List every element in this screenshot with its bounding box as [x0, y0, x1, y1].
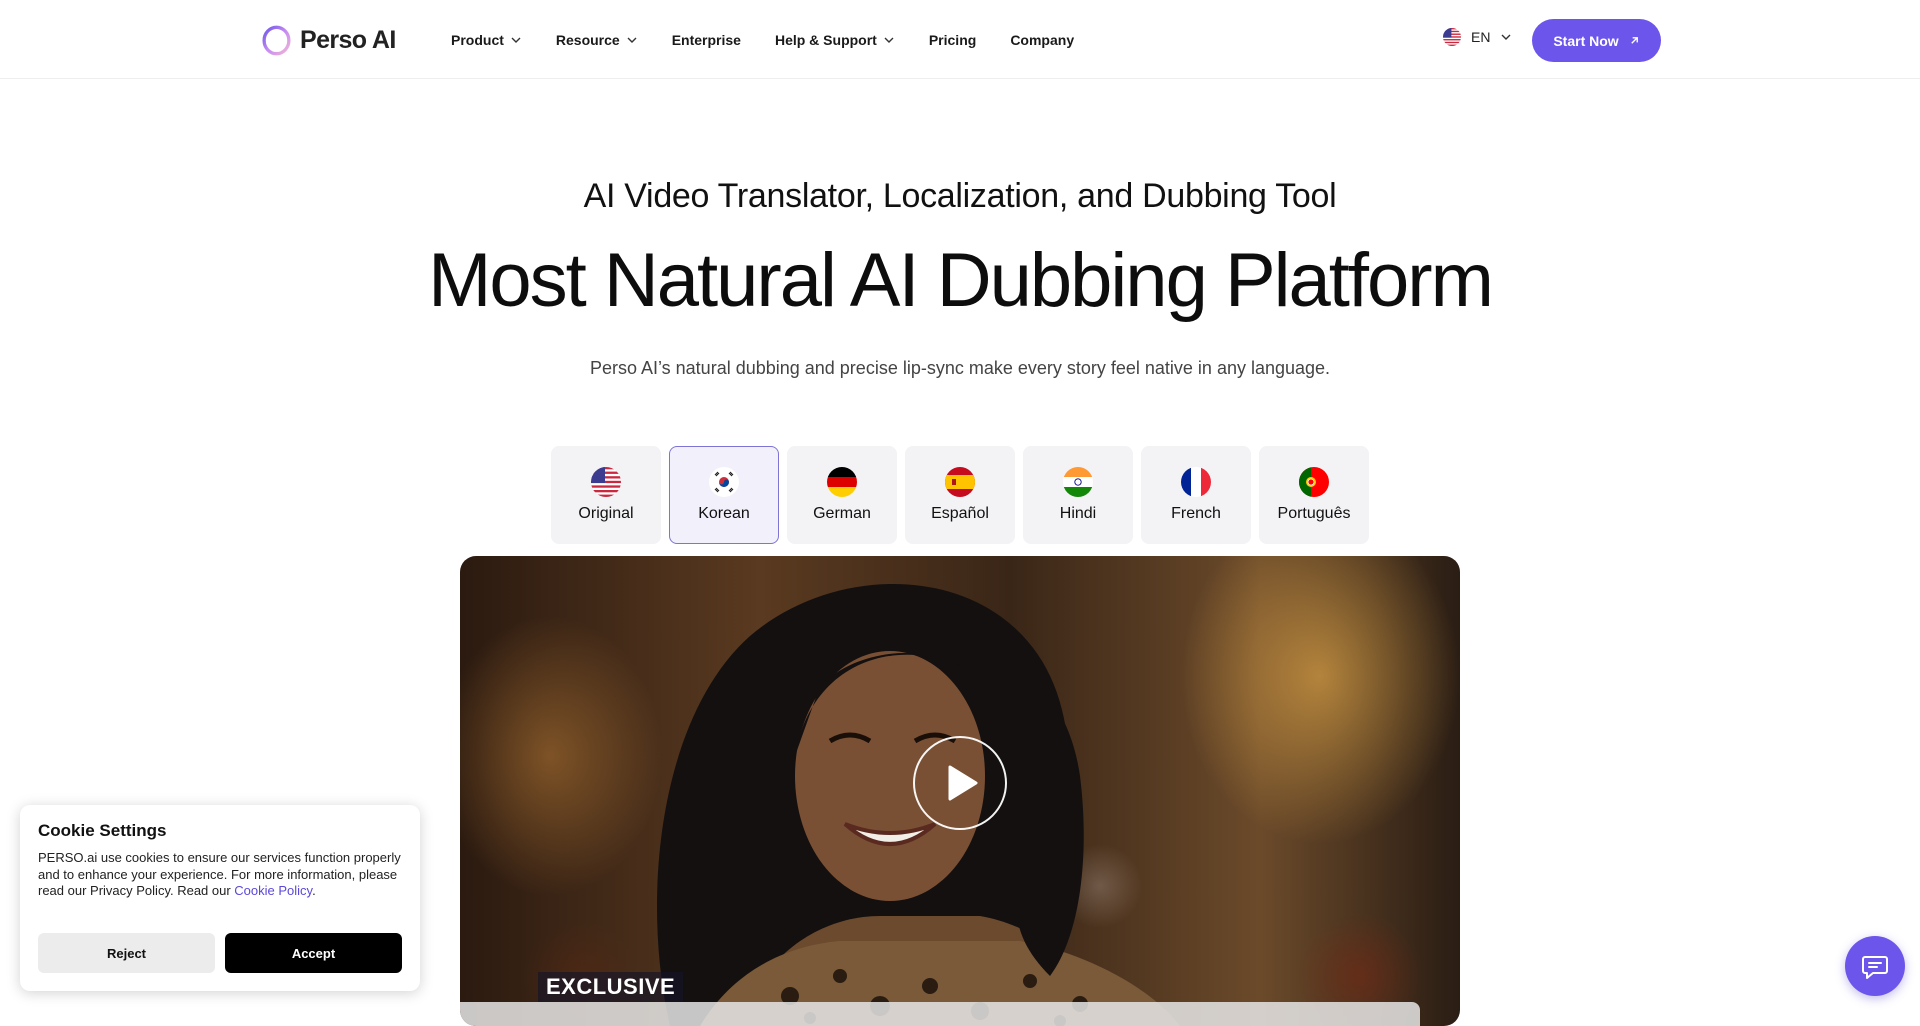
nav-enterprise[interactable]: Enterprise — [672, 32, 741, 48]
hero-eyebrow: AI Video Translator, Localization, and D… — [583, 177, 1337, 215]
video-player[interactable]: EXCLUSIVE — [460, 556, 1460, 1026]
nav-enterprise-label: Enterprise — [671, 31, 741, 48]
logo[interactable]: Perso AI — [260, 22, 396, 58]
nav-product-label: Product — [451, 31, 504, 48]
nav-pricing-label: Pricing — [928, 31, 977, 48]
video-caption: EXCLUSIVE — [538, 972, 684, 1002]
chat-button[interactable] — [1845, 936, 1905, 996]
tab-label: German — [813, 505, 871, 522]
language-selector[interactable]: EN — [1443, 28, 1512, 46]
accept-button[interactable]: Accept — [225, 933, 402, 973]
nav-company-label: Company — [1010, 31, 1075, 48]
logo-ring-icon — [262, 25, 291, 55]
cookie-body: PERSO.ai use cookies to ensure our servi… — [38, 850, 401, 898]
tab-label: Português — [1277, 505, 1351, 522]
logo-text: Perso AI — [300, 25, 396, 54]
tab-original[interactable]: Original — [551, 446, 661, 544]
tab-hindi[interactable]: Hindi — [1023, 446, 1133, 544]
play-icon — [948, 765, 978, 801]
nav-product[interactable]: Product — [451, 32, 522, 48]
us-flag-icon — [591, 467, 621, 497]
tab-portugues[interactable]: Português — [1259, 446, 1369, 544]
hero-subline: Perso AI’s natural dubbing and precise l… — [589, 358, 1331, 378]
cookie-text: PERSO.ai use cookies to ensure our servi… — [38, 850, 402, 900]
tab-label: Español — [931, 505, 989, 522]
tab-label: Original — [578, 505, 634, 522]
main-nav: Product Resource Enterprise Help & Suppo… — [451, 0, 1108, 79]
nav-help-support[interactable]: Help & Support — [775, 32, 895, 48]
us-flag-icon — [1443, 28, 1461, 46]
tab-espanol[interactable]: Español — [905, 446, 1015, 544]
fr-flag-icon — [1181, 467, 1211, 497]
language-tabs: Original Korean German Español Hindi Fre… — [551, 446, 1369, 544]
cookie-banner: Cookie Settings PERSO.ai use cookies to … — [20, 805, 420, 991]
tab-label: French — [1171, 505, 1221, 522]
nav-help-support-label: Help & Support — [774, 31, 877, 48]
in-flag-icon — [1063, 467, 1093, 497]
start-now-button[interactable]: Start Now — [1532, 19, 1661, 62]
cookie-actions: Reject Accept — [38, 933, 402, 973]
play-button[interactable] — [913, 736, 1007, 830]
tab-french[interactable]: French — [1141, 446, 1251, 544]
cookie-policy-link[interactable]: Cookie Policy — [234, 883, 312, 898]
language-label: EN — [1471, 29, 1491, 45]
video-lower-bar — [460, 1002, 1420, 1026]
site-header: Perso AI Product Resource Enterprise Hel… — [0, 0, 1920, 79]
start-now-label: Start Now — [1553, 32, 1619, 49]
pt-flag-icon — [1299, 467, 1329, 497]
chevron-down-icon — [511, 37, 521, 43]
de-flag-icon — [827, 467, 857, 497]
chevron-down-icon — [627, 37, 637, 43]
nav-resource[interactable]: Resource — [556, 32, 638, 48]
chat-icon — [1862, 956, 1888, 979]
reject-button[interactable]: Reject — [38, 933, 215, 973]
cookie-link-suffix: . — [312, 883, 316, 898]
tab-label: Hindi — [1059, 505, 1097, 522]
nav-resource-label: Resource — [555, 31, 620, 48]
kr-flag-icon — [709, 467, 739, 497]
arrow-up-right-icon — [1630, 37, 1638, 44]
es-flag-icon — [945, 467, 975, 497]
nav-pricing[interactable]: Pricing — [929, 32, 976, 48]
cookie-title: Cookie Settings — [38, 821, 167, 840]
tab-german[interactable]: German — [787, 446, 897, 544]
tab-label: Korean — [698, 505, 750, 522]
chevron-down-icon — [884, 37, 894, 43]
tab-korean[interactable]: Korean — [669, 446, 779, 544]
hero-headline: Most Natural AI Dubbing Platform — [428, 238, 1494, 323]
nav-company[interactable]: Company — [1010, 32, 1074, 48]
chevron-down-icon — [1501, 34, 1511, 40]
